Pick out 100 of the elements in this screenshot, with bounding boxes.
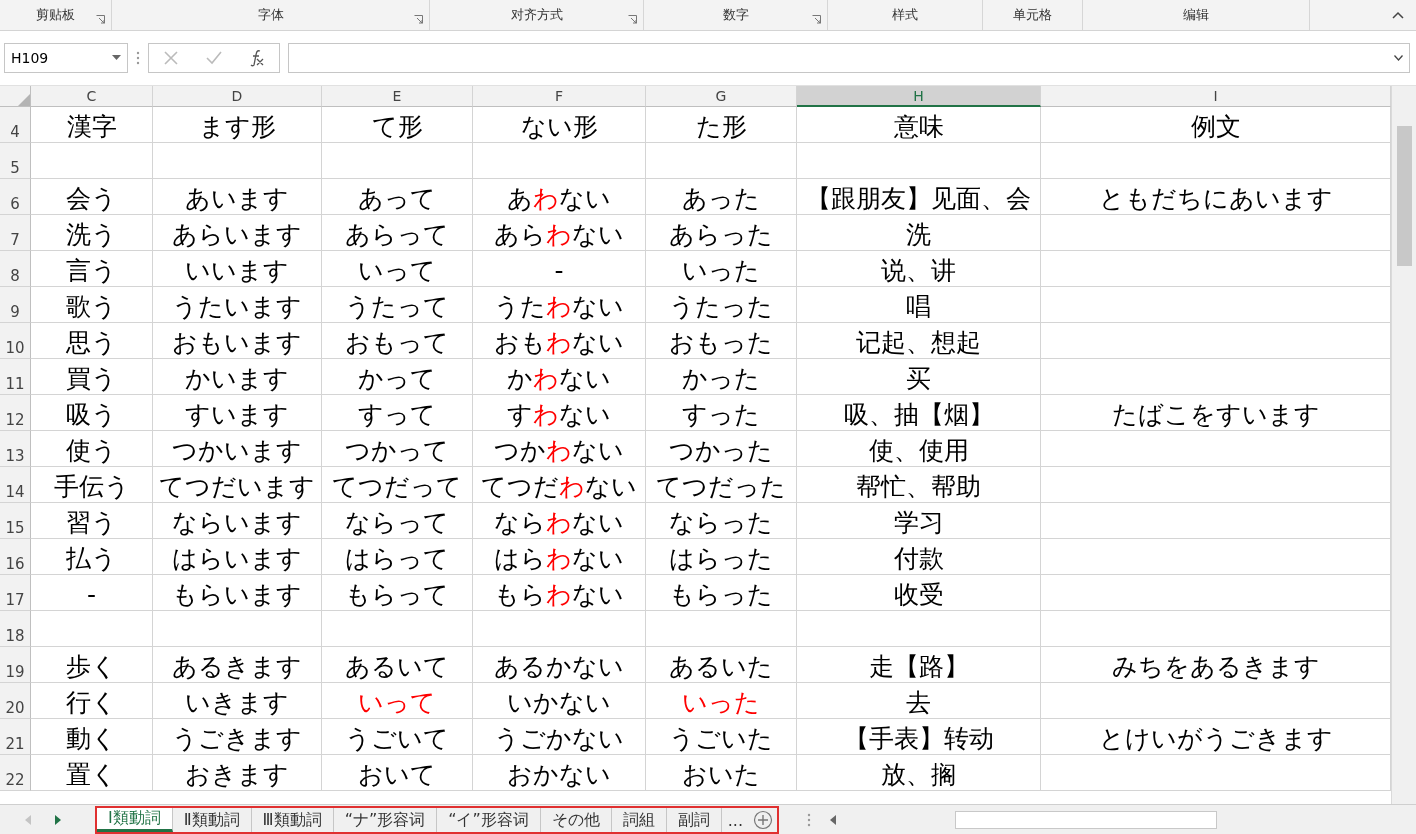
table-cell: ならった — [646, 503, 797, 539]
table-cell: おもいます — [153, 323, 322, 359]
sheet-tab[interactable]: Ⅰ類動詞 — [97, 808, 173, 832]
table-cell: いった — [646, 251, 797, 287]
table-cell: もらった — [646, 575, 797, 611]
table-cell: はら わない — [473, 539, 646, 575]
table-cell: はらった — [646, 539, 797, 575]
sheet-tab[interactable]: 詞組 — [611, 808, 667, 832]
table-cell: 言う — [31, 251, 153, 287]
column-header[interactable]: F — [473, 86, 646, 107]
table-cell: おきます — [153, 755, 322, 791]
row-header[interactable]: 10 — [0, 323, 31, 359]
collapse-ribbon-icon[interactable] — [1392, 11, 1404, 19]
table-cell: もら わない — [473, 575, 646, 611]
table-cell: みちをあるきます — [1041, 647, 1391, 683]
scroll-left-icon[interactable] — [829, 815, 838, 825]
table-cell: 收受 — [797, 575, 1041, 611]
column-header[interactable]: E — [322, 86, 473, 107]
table-cell: かわない — [473, 359, 646, 395]
row-header[interactable]: 8 — [0, 251, 31, 287]
row-header[interactable]: 17 — [0, 575, 31, 611]
ribbon-group-label: 数字 — [722, 6, 749, 24]
sheet-tab[interactable]: “ナ”形容词 — [333, 808, 438, 832]
row-header[interactable]: 21 — [0, 719, 31, 755]
table-cell: おかない — [473, 755, 646, 791]
column-header[interactable]: H — [797, 86, 1041, 107]
table-cell: もらいます — [153, 575, 322, 611]
sheet-tab[interactable]: “イ”形容词 — [437, 808, 541, 832]
drag-handle-icon[interactable] — [136, 51, 140, 65]
sheet-tab[interactable]: Ⅱ類動詞 — [172, 808, 252, 832]
scrollbar-thumb[interactable] — [1396, 126, 1412, 266]
table-cell: 洗う — [31, 215, 153, 251]
table-cell: うたいます — [153, 287, 322, 323]
table-cell: て形 — [322, 107, 473, 143]
table-cell: かった — [646, 359, 797, 395]
row-header[interactable]: 4 — [0, 107, 31, 143]
row-header[interactable]: 5 — [0, 143, 31, 179]
sheet-tab[interactable]: Ⅲ類動詞 — [251, 808, 334, 832]
ribbon-group-label: 样式 — [892, 6, 918, 24]
dialog-launcher-icon[interactable] — [812, 15, 821, 24]
row-header[interactable]: 14 — [0, 467, 31, 503]
row-header[interactable]: 16 — [0, 539, 31, 575]
column-header[interactable]: I — [1041, 86, 1391, 107]
column-header[interactable]: D — [153, 86, 322, 107]
table-cell: いかない — [473, 683, 646, 719]
row-header[interactable]: 19 — [0, 647, 31, 683]
row-header[interactable]: 13 — [0, 431, 31, 467]
scroll-right-icon[interactable] — [54, 815, 62, 825]
row-header[interactable]: 22 — [0, 755, 31, 791]
table-cell: つかわない — [473, 431, 646, 467]
table-cell: いいます — [153, 251, 322, 287]
dialog-launcher-icon[interactable] — [628, 15, 637, 24]
row-header[interactable]: 9 — [0, 287, 31, 323]
table-cell: てつだって — [322, 467, 473, 503]
table-cell: あらいます — [153, 215, 322, 251]
table-cell: いった — [646, 683, 797, 719]
table-cell: あるきます — [153, 647, 322, 683]
table-cell: ます形 — [153, 107, 322, 143]
table-cell: かいます — [153, 359, 322, 395]
table-cell: 使う — [31, 431, 153, 467]
table-cell: たばこをすいます — [1041, 395, 1391, 431]
row-header[interactable]: 15 — [0, 503, 31, 539]
dialog-launcher-icon[interactable] — [96, 15, 105, 24]
scrollbar-thumb[interactable] — [955, 811, 1218, 829]
table-cell: うたって — [322, 287, 473, 323]
table-cell: おいた — [646, 755, 797, 791]
column-header[interactable]: C — [31, 86, 153, 107]
table-cell: すった — [646, 395, 797, 431]
table-cell: - — [31, 575, 153, 611]
row-header[interactable]: 7 — [0, 215, 31, 251]
split-handle-icon[interactable] — [807, 813, 812, 827]
table-cell: 買う — [31, 359, 153, 395]
table-cell: 手伝う — [31, 467, 153, 503]
row-header[interactable]: 12 — [0, 395, 31, 431]
sheet-tab[interactable]: その他 — [540, 808, 612, 832]
name-box[interactable]: H109 — [4, 43, 128, 73]
check-icon[interactable] — [205, 49, 223, 67]
row-header[interactable]: 6 — [0, 179, 31, 215]
column-header[interactable]: G — [646, 86, 797, 107]
row-header[interactable]: 11 — [0, 359, 31, 395]
table-cell: あわない — [473, 179, 646, 215]
ribbon-group-label: 单元格 — [1013, 6, 1052, 24]
row-header[interactable]: 18 — [0, 611, 31, 647]
dialog-launcher-icon[interactable] — [414, 15, 423, 24]
table-cell: 動く — [31, 719, 153, 755]
table-cell: 習う — [31, 503, 153, 539]
formula-input[interactable] — [288, 43, 1410, 73]
add-sheet-icon[interactable] — [753, 810, 774, 830]
table-cell: 买 — [797, 359, 1041, 395]
table-cell: すわない — [473, 395, 646, 431]
dropdown-caret-icon[interactable] — [112, 55, 121, 61]
table-cell: とけいがうごきます — [1041, 719, 1391, 755]
table-cell: てつだった — [646, 467, 797, 503]
expand-caret-icon[interactable] — [1394, 55, 1403, 61]
table-cell: 说、讲 — [797, 251, 1041, 287]
table-cell: 払う — [31, 539, 153, 575]
table-cell: いって — [322, 251, 473, 287]
more-tabs[interactable]: ... — [721, 808, 750, 832]
row-header[interactable]: 20 — [0, 683, 31, 719]
sheet-tab[interactable]: 副詞 — [666, 808, 722, 832]
